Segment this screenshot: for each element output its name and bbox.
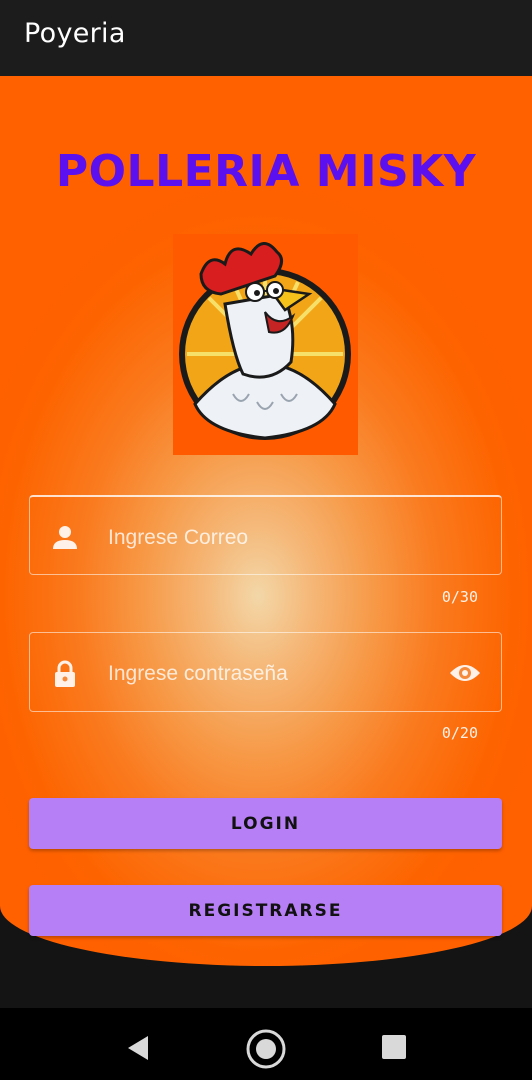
lock-icon: [50, 659, 80, 689]
recents-square-icon[interactable]: [375, 1028, 415, 1068]
rooster-mascot-icon: [173, 234, 358, 455]
register-button[interactable]: REGISTRARSE: [29, 885, 502, 936]
email-char-counter: 0/30: [441, 588, 478, 606]
home-circle-icon[interactable]: [245, 1028, 286, 1069]
app-bar: Poyeria: [0, 0, 532, 76]
password-field[interactable]: [29, 632, 502, 712]
eye-icon[interactable]: [449, 659, 481, 687]
back-triangle-icon[interactable]: [120, 1028, 160, 1068]
system-navigation-bar: [0, 1008, 532, 1080]
email-input[interactable]: [106, 519, 410, 557]
email-field[interactable]: [29, 495, 502, 575]
person-icon: [50, 523, 80, 553]
password-input[interactable]: [106, 655, 410, 693]
login-screen: POLLERIA MISKY Ingrese Correo 0/30 0/20 …: [0, 76, 532, 1008]
app-title: Poyeria: [24, 18, 126, 49]
brand-title: POLLERIA MISKY: [55, 146, 477, 197]
login-button[interactable]: LOGIN: [29, 798, 502, 849]
password-char-counter: 0/20: [441, 724, 478, 742]
